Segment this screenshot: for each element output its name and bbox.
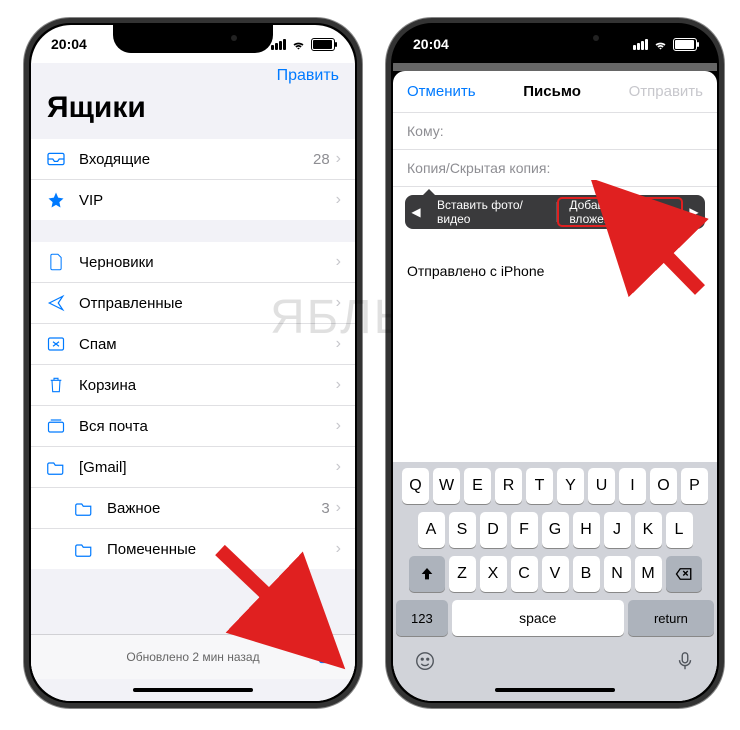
chevron-right-icon: › <box>336 499 341 517</box>
chevron-right-icon: › <box>336 294 341 312</box>
home-indicator <box>31 679 355 701</box>
key-u[interactable]: U <box>588 468 615 504</box>
key-x[interactable]: X <box>480 556 507 592</box>
notch <box>113 25 273 53</box>
page-title: Ящики <box>31 89 355 139</box>
chevron-right-icon: › <box>336 417 341 435</box>
key-123[interactable]: 123 <box>396 600 448 636</box>
mailbox-label: [Gmail] <box>79 459 336 476</box>
signal-icon <box>271 39 286 50</box>
mailbox-label: Важное <box>107 500 321 517</box>
key-backspace[interactable] <box>666 556 702 592</box>
sheet-header: Отменить Письмо Отправить <box>393 71 717 113</box>
key-m[interactable]: M <box>635 556 662 592</box>
signal-icon <box>633 39 648 50</box>
send-icon <box>45 294 67 312</box>
mailbox-row[interactable]: VIP› <box>31 180 355 220</box>
mailbox-row[interactable]: Спам› <box>31 324 355 365</box>
folder-icon <box>73 501 95 516</box>
mailbox-label: Входящие <box>79 151 313 168</box>
wifi-icon <box>653 37 668 52</box>
home-indicator <box>393 679 717 701</box>
key-c[interactable]: C <box>511 556 538 592</box>
key-w[interactable]: W <box>433 468 460 504</box>
key-f[interactable]: F <box>511 512 538 548</box>
notch <box>475 25 635 53</box>
key-z[interactable]: Z <box>449 556 476 592</box>
key-s[interactable]: S <box>449 512 476 548</box>
status-time: 20:04 <box>413 36 449 52</box>
to-field[interactable]: Кому: <box>393 113 717 150</box>
key-r[interactable]: R <box>495 468 522 504</box>
key-shift[interactable] <box>409 556 445 592</box>
battery-icon <box>311 38 335 51</box>
sheet-title: Письмо <box>523 83 581 100</box>
key-y[interactable]: Y <box>557 468 584 504</box>
chevron-right-icon: › <box>336 335 341 353</box>
key-h[interactable]: H <box>573 512 600 548</box>
key-l[interactable]: L <box>666 512 693 548</box>
mailbox-label: Корзина <box>79 377 336 394</box>
key-q[interactable]: Q <box>402 468 429 504</box>
star-icon <box>45 191 67 209</box>
emoji-icon[interactable] <box>414 650 436 672</box>
mailbox-row[interactable]: Важное3 › <box>31 488 355 529</box>
menu-prev-button[interactable]: ◀ <box>405 205 427 219</box>
annotation-arrow-right <box>590 180 720 310</box>
mic-icon[interactable] <box>674 650 696 672</box>
key-space[interactable]: space <box>452 600 624 636</box>
key-i[interactable]: I <box>619 468 646 504</box>
battery-icon <box>673 38 697 51</box>
send-button[interactable]: Отправить <box>629 83 703 100</box>
mailbox-label: Отправленные <box>79 295 336 312</box>
all-icon <box>45 418 67 434</box>
chevron-right-icon: › <box>336 376 341 394</box>
key-p[interactable]: P <box>681 468 708 504</box>
compose-sheet: Отменить Письмо Отправить Кому: Копия/Ск… <box>393 71 717 701</box>
mailbox-label: Спам <box>79 336 336 353</box>
annotation-arrow-left <box>210 540 350 670</box>
key-d[interactable]: D <box>480 512 507 548</box>
key-return[interactable]: return <box>628 600 714 636</box>
edit-button[interactable]: Править <box>277 67 339 85</box>
mailbox-row[interactable]: Вся почта› <box>31 406 355 447</box>
key-v[interactable]: V <box>542 556 569 592</box>
key-b[interactable]: B <box>573 556 600 592</box>
navbar: Править <box>31 63 355 89</box>
spam-icon <box>45 336 67 352</box>
key-k[interactable]: K <box>635 512 662 548</box>
chevron-right-icon: › <box>336 253 341 271</box>
chevron-right-icon: › <box>336 191 341 209</box>
inbox-icon <box>45 151 67 167</box>
mailbox-count: 3 <box>321 500 329 517</box>
key-g[interactable]: G <box>542 512 569 548</box>
mailbox-count: 28 <box>313 151 330 168</box>
key-n[interactable]: N <box>604 556 631 592</box>
folder-icon <box>73 542 95 557</box>
cancel-button[interactable]: Отменить <box>407 83 476 100</box>
mailbox-row[interactable]: Корзина› <box>31 365 355 406</box>
wifi-icon <box>291 37 306 52</box>
doc-icon <box>45 253 67 271</box>
mailbox-label: Черновики <box>79 254 336 271</box>
mailbox-row[interactable]: Входящие28 › <box>31 139 355 180</box>
key-j[interactable]: J <box>604 512 631 548</box>
key-o[interactable]: O <box>650 468 677 504</box>
mailbox-row[interactable]: [Gmail]› <box>31 447 355 488</box>
folder-icon <box>45 460 67 475</box>
mailbox-label: Вся почта <box>79 418 336 435</box>
key-t[interactable]: T <box>526 468 553 504</box>
phone-frame-right: 20:04 Отменить Письмо Отправить Кому: Ко… <box>386 18 724 708</box>
mailbox-row[interactable]: Черновики› <box>31 242 355 283</box>
chevron-right-icon: › <box>336 150 341 168</box>
key-a[interactable]: A <box>418 512 445 548</box>
keyboard: QWERTYUIOP ASDFGHJKL ZXCVBNM 123 space r… <box>393 462 717 679</box>
key-e[interactable]: E <box>464 468 491 504</box>
chevron-right-icon: › <box>336 458 341 476</box>
mailbox-label: VIP <box>79 192 336 209</box>
mailbox-row[interactable]: Отправленные› <box>31 283 355 324</box>
status-time: 20:04 <box>51 36 87 52</box>
trash-icon <box>45 376 67 394</box>
menu-insert-photo[interactable]: Вставить фото/видео <box>427 195 556 229</box>
